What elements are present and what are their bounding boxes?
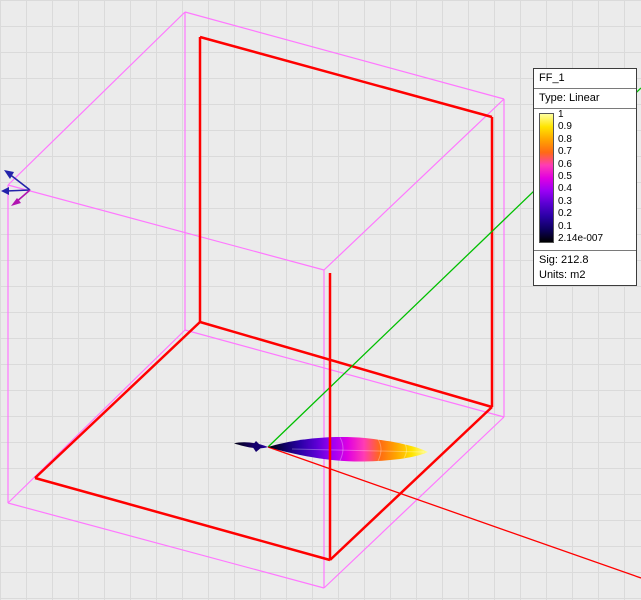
colorbar-tick: 0.8 <box>558 135 603 145</box>
colorbar-tick: 0.4 <box>558 184 603 194</box>
farfield-legend-panel[interactable]: FF_1 Type: Linear 1 0.9 0.8 0.7 0.6 0.5 … <box>533 68 637 286</box>
bounding-box-edge <box>8 185 324 270</box>
legend-colorbar-section: 1 0.9 0.8 0.7 0.6 0.5 0.4 0.3 0.2 0.1 2.… <box>534 108 636 250</box>
colorbar-tick: 0.7 <box>558 147 603 157</box>
model-edge[interactable] <box>200 322 492 407</box>
colorbar-tick: 0.9 <box>558 122 603 132</box>
colorbar-gradient <box>539 113 554 243</box>
bounding-box-edge <box>324 99 504 270</box>
colorbar-tick: 0.3 <box>558 197 603 207</box>
colorbar-tick: 0.1 <box>558 222 603 232</box>
bounding-box <box>8 12 504 588</box>
farfield-back-lobe[interactable] <box>234 442 268 448</box>
colorbar-tick: 2.14e-007 <box>558 234 603 244</box>
colorbar-tick: 1 <box>558 110 603 120</box>
triad-arrowhead-icon <box>1 187 9 195</box>
model-edge[interactable] <box>35 478 330 560</box>
model-edge[interactable] <box>330 407 492 560</box>
legend-units: Units: m2 <box>534 267 636 285</box>
model-edge[interactable] <box>200 37 492 117</box>
corner-axes-triad <box>1 170 30 206</box>
colorbar-tick: 0.2 <box>558 209 603 219</box>
bounding-box-edge <box>185 12 504 99</box>
legend-type: Type: Linear <box>534 88 636 108</box>
farfield-side-lobe[interactable] <box>252 441 262 452</box>
3d-viewport[interactable]: FF_1 Type: Linear 1 0.9 0.8 0.7 0.6 0.5 … <box>0 0 641 600</box>
triad-arrowhead-icon <box>4 170 14 179</box>
triad-axis-line <box>6 190 30 191</box>
colorbar-tick: 0.6 <box>558 160 603 170</box>
legend-sig: Sig: 212.8 <box>534 250 636 267</box>
model-wireframe[interactable] <box>35 37 492 560</box>
model-edge[interactable] <box>35 322 200 478</box>
colorbar-ticks: 1 0.9 0.8 0.7 0.6 0.5 0.4 0.3 0.2 0.1 2.… <box>558 110 603 244</box>
bounding-box-edge <box>8 12 185 185</box>
legend-title: FF_1 <box>534 69 636 88</box>
colorbar-tick: 0.5 <box>558 172 603 182</box>
